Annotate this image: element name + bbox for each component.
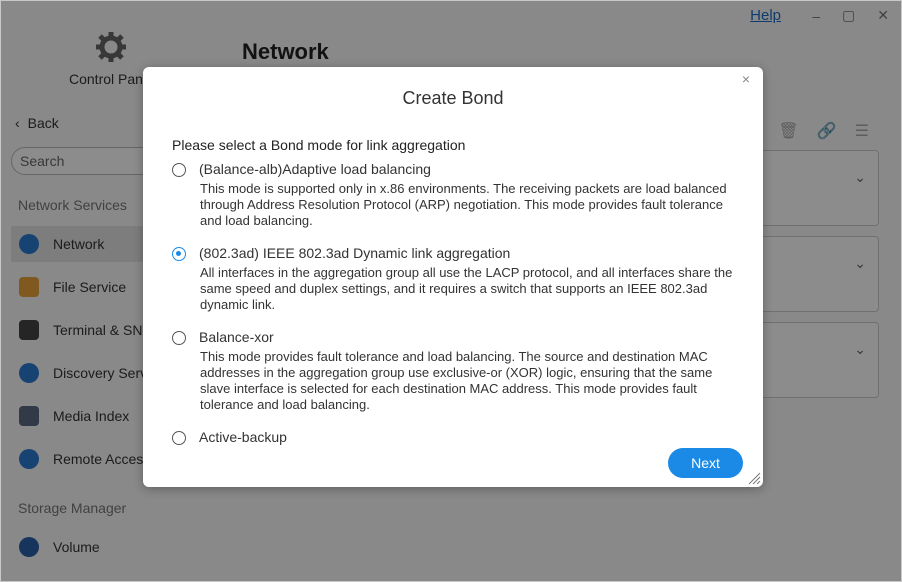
dialog-prompt: Please select a Bond mode for link aggre…	[172, 137, 466, 153]
dialog-title: Create Bond	[402, 88, 504, 108]
option-label: Balance-xor	[199, 329, 274, 345]
resize-grip-icon[interactable]	[747, 471, 761, 485]
app-window: Help – ▢ ✕ Control Panel ‹ Back Search N…	[0, 0, 902, 582]
radio-button[interactable]	[172, 163, 186, 177]
create-bond-dialog: × Create Bond Please select a Bond mode …	[143, 67, 763, 487]
radio-button[interactable]	[172, 331, 186, 345]
option-label: Active-backup	[199, 429, 287, 445]
option-description: This mode provides fault tolerance and l…	[200, 349, 713, 412]
option-description: All interfaces in the aggregation group …	[200, 265, 733, 312]
close-icon[interactable]: ×	[742, 71, 750, 87]
next-button[interactable]: Next	[668, 448, 743, 478]
option-description: This mode is supported only in x.86 envi…	[200, 181, 727, 228]
option-label: (Balance-alb)Adaptive load balancing	[199, 161, 431, 177]
radio-button[interactable]	[172, 431, 186, 445]
option-label: (802.3ad) IEEE 802.3ad Dynamic link aggr…	[199, 245, 511, 261]
radio-button-selected[interactable]	[172, 247, 186, 261]
